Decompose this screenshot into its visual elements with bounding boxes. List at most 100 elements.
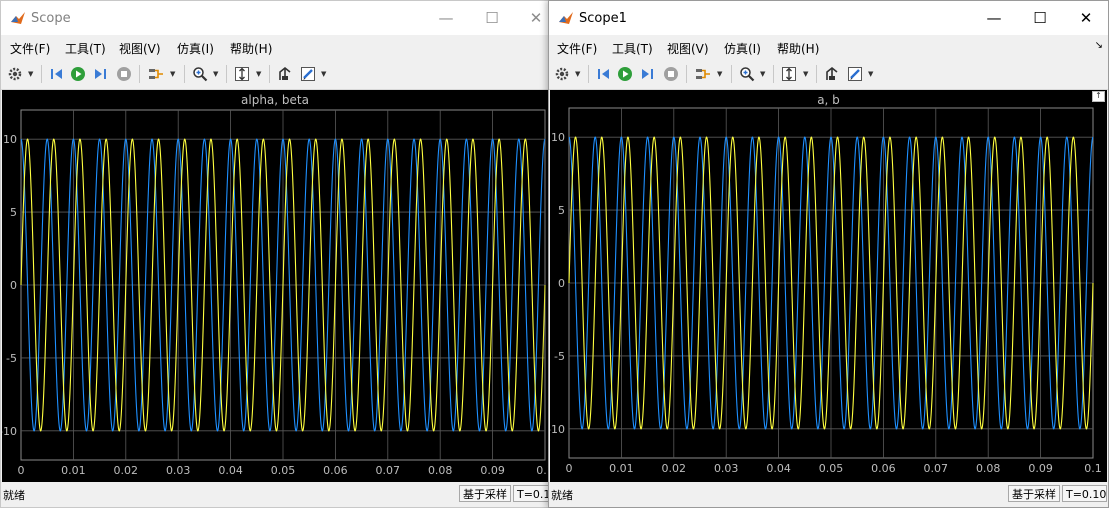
toolbar-separator (816, 65, 817, 83)
menu-simulation[interactable]: 仿真(I) (177, 40, 214, 57)
line-chart[interactable]: 0 0.01 0.02 0.03 0.04 0.05 0.06 0.07 0.08 0.09 0.1… (550, 90, 1107, 484)
y-tick-label: 10 (551, 131, 565, 144)
x-tick-label: 0.03 (714, 462, 739, 475)
maximize-button[interactable]: ☐ (1017, 5, 1063, 31)
zoom-icon[interactable] (738, 65, 756, 83)
x-tick-label: 0.06 (871, 462, 896, 475)
menu-help[interactable]: 帮助(H) (777, 40, 819, 57)
y-tick-label: 5 (10, 206, 17, 219)
gear-icon[interactable] (553, 65, 571, 83)
x-tick-label: 0 (18, 464, 25, 477)
chevron-down-icon[interactable]: ▼ (256, 70, 261, 78)
step-forward-icon[interactable] (639, 65, 657, 83)
toolbar-separator (731, 65, 732, 83)
x-tick-label: 0 (566, 462, 573, 475)
x-tick-label: 0.07 (376, 464, 401, 477)
run-icon[interactable] (616, 65, 634, 83)
signal-select-icon[interactable] (694, 65, 712, 83)
sample-mode-indicator: 基于采样 (459, 485, 511, 502)
y-tick-label: 0 (558, 277, 565, 290)
y-tick-label: 5 (558, 204, 565, 217)
window-title: Scope1 (579, 11, 627, 26)
step-back-icon[interactable] (594, 65, 612, 83)
menu-file[interactable]: 文件(F) (557, 40, 597, 57)
chevron-down-icon[interactable]: ▼ (803, 70, 808, 78)
chevron-down-icon[interactable]: ▼ (28, 70, 33, 78)
x-tick-label: 0.05 (819, 462, 844, 475)
close-button[interactable]: ✕ (513, 5, 549, 31)
plot-area[interactable]: a, b ↑ 0 0.01 0.02 0.03 0.04 0.05 0.06 0.07 0.08… (550, 90, 1107, 482)
y-tick-label: -10 (2, 425, 17, 438)
signal-select-icon[interactable] (147, 65, 165, 83)
dock-arrow-icon[interactable]: ↘ (1095, 40, 1103, 51)
style-icon[interactable] (846, 65, 864, 83)
chevron-down-icon[interactable]: ▼ (321, 70, 326, 78)
menu-file[interactable]: 文件(F) (10, 40, 50, 57)
time-indicator: T=0.100 (1062, 485, 1107, 502)
scale-axes-icon[interactable] (233, 65, 251, 83)
toolbar-separator (588, 65, 589, 83)
chevron-down-icon[interactable]: ▼ (170, 70, 175, 78)
toolbar-separator (686, 65, 687, 83)
run-icon[interactable] (69, 65, 87, 83)
menu-bar: 文件(F) 工具(T) 视图(V) 仿真(I) 帮助(H) (1, 35, 549, 59)
toolbar: ▼ ▼ ▼ ▼ ▼ (549, 59, 1108, 90)
gear-icon[interactable] (6, 65, 24, 83)
status-text: 就绪 (551, 489, 573, 502)
highlight-icon[interactable] (276, 65, 294, 83)
scope1-window[interactable]: Scope1 — ☐ ✕ 文件(F) 工具(T) 视图(V) 仿真(I) 帮助(… (548, 0, 1109, 508)
x-tick-label: 0.01 (61, 464, 86, 477)
x-tick-label: 0.03 (166, 464, 191, 477)
y-tick-label: -10 (550, 423, 565, 436)
plot-area[interactable]: alpha, beta 0 0.01 0.02 0.03 0.04 0.05 0.06 0.0… (2, 90, 548, 482)
minimize-button[interactable]: — (971, 5, 1017, 31)
x-tick-label: 0.07 (924, 462, 949, 475)
x-tick-label: 0.1 (536, 464, 548, 477)
chevron-down-icon[interactable]: ▼ (717, 70, 722, 78)
chevron-down-icon[interactable]: ▼ (575, 70, 580, 78)
menu-tools[interactable]: 工具(T) (612, 40, 653, 57)
menu-help[interactable]: 帮助(H) (230, 40, 272, 57)
line-chart[interactable]: 0 0.01 0.02 0.03 0.04 0.05 0.06 0.07 0.08 0.09 0.1… (2, 90, 548, 484)
toolbar-separator (184, 65, 185, 83)
menu-bar: 文件(F) 工具(T) 视图(V) 仿真(I) 帮助(H) ↘ (549, 35, 1108, 59)
title-bar[interactable]: Scope1 — ☐ ✕ (549, 1, 1108, 35)
stop-icon[interactable] (662, 65, 680, 83)
x-tick-label: 0.08 (976, 462, 1001, 475)
minimize-button[interactable]: — (423, 5, 469, 31)
y-tick-label: 10 (3, 133, 17, 146)
close-button[interactable]: ✕ (1063, 5, 1108, 31)
toolbar-separator (226, 65, 227, 83)
title-bar[interactable]: Scope — ☐ ✕ (1, 1, 549, 35)
highlight-icon[interactable] (823, 65, 841, 83)
chevron-down-icon[interactable]: ▼ (213, 70, 218, 78)
x-tick-label: 0.08 (428, 464, 453, 477)
style-icon[interactable] (299, 65, 317, 83)
menu-simulation[interactable]: 仿真(I) (724, 40, 761, 57)
stop-icon[interactable] (115, 65, 133, 83)
scope-window[interactable]: Scope — ☐ ✕ 文件(F) 工具(T) 视图(V) 仿真(I) 帮助(H… (0, 0, 550, 508)
x-tick-label: 0.09 (480, 464, 505, 477)
toolbar-separator (269, 65, 270, 83)
maximize-button[interactable]: ☐ (469, 5, 515, 31)
zoom-icon[interactable] (191, 65, 209, 83)
menu-tools[interactable]: 工具(T) (65, 40, 106, 57)
y-tick-label: -5 (6, 352, 17, 365)
step-back-icon[interactable] (47, 65, 65, 83)
x-tick-label: 0.05 (271, 464, 296, 477)
matlab-icon (10, 10, 26, 26)
step-forward-icon[interactable] (92, 65, 110, 83)
toolbar-separator (41, 65, 42, 83)
chevron-down-icon[interactable]: ▼ (868, 70, 873, 78)
menu-view[interactable]: 视图(V) (667, 40, 709, 57)
y-tick-label: -5 (554, 350, 565, 363)
scale-axes-icon[interactable] (780, 65, 798, 83)
menu-view[interactable]: 视图(V) (119, 40, 161, 57)
toolbar-separator (139, 65, 140, 83)
status-bar: 就绪 基于采样 T=0.100 (549, 482, 1108, 507)
y-tick-label: 0 (10, 279, 17, 292)
toolbar-separator (773, 65, 774, 83)
chevron-down-icon[interactable]: ▼ (760, 70, 765, 78)
x-tick-label: 0.1 (1084, 462, 1102, 475)
toolbar: ▼ ▼ ▼ ▼ ▼ (1, 59, 549, 90)
